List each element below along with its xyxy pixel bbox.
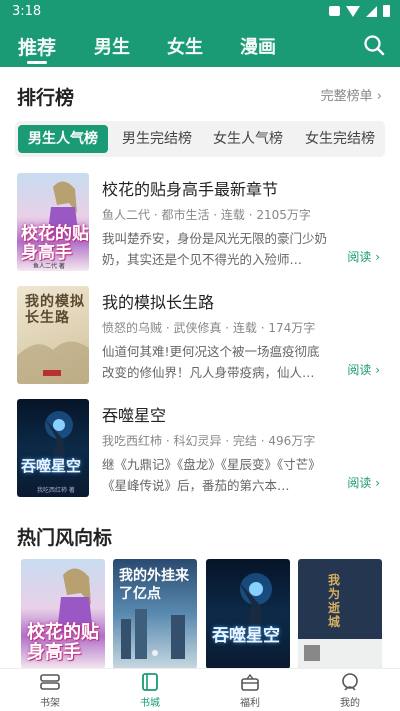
book-item[interactable]: 校花的贴身高手 鱼人二代 著 校花的贴身高手最新章节 鱼人二代 · 都市生活 ·…	[0, 173, 400, 273]
bookstore-icon	[142, 673, 158, 691]
hot-book-cover[interactable]: 吞噬星空	[206, 559, 290, 668]
book-description: 我叫楚乔安，身份是风光无限的豪门少奶奶，其实还是个见不得光的入殓师…	[102, 231, 328, 267]
cover-author: 鱼人二代 著	[33, 263, 65, 270]
bag-icon	[329, 6, 340, 16]
bottom-tab-bookshelf[interactable]: 书架	[20, 673, 80, 709]
status-bar: 3:18	[0, 0, 400, 24]
rank-tab-male-popular[interactable]: 男生人气榜	[18, 125, 108, 153]
bottom-tab-label: 书架	[40, 698, 60, 709]
cover-title: 我的外挂来了亿点	[119, 568, 189, 602]
main-content: 排行榜 完整榜单 › 男生人气榜 男生完结榜 女生人气榜 女生完结榜 校花的贴身…	[0, 67, 400, 668]
rank-tab-male-finished[interactable]: 男生完结榜	[112, 125, 202, 153]
cover-title: 我为逝城	[328, 573, 341, 629]
active-tab-indicator	[27, 61, 47, 64]
status-time: 3:18	[12, 4, 42, 19]
book-meta: 我吃西红柿 · 科幻灵异 · 完结 · 496万字	[102, 434, 316, 448]
rank-tab-female-finished[interactable]: 女生完结榜	[295, 125, 385, 153]
book-title[interactable]: 校花的贴身高手最新章节	[102, 176, 278, 200]
cover-title: 吞噬星空	[21, 457, 82, 475]
book-meta: 愤怒的乌贼 · 武侠修真 · 连载 · 174万字	[102, 321, 316, 335]
user-icon	[342, 673, 358, 691]
hot-book-cover[interactable]: 我为逝城	[298, 559, 382, 668]
hot-book-cover[interactable]: 校花的贴身高手	[21, 559, 105, 668]
signal-icon	[366, 5, 377, 17]
book-cover[interactable]: 吞噬星空 我吃西红柿 著	[17, 399, 89, 497]
book-item[interactable]: 吞噬星空 我吃西红柿 著 吞噬星空 我吃西红柿 · 科幻灵异 · 完结 · 49…	[0, 399, 400, 499]
search-icon[interactable]	[362, 33, 386, 57]
full-list-link[interactable]: 完整榜单 ›	[321, 85, 382, 104]
book-description: 继《九鼎记》《盘龙》《星辰变》《寸芒》《星峰传说》后，番茄的第六本…	[102, 457, 321, 493]
tab-recommend[interactable]: 推荐	[18, 33, 56, 60]
tab-male[interactable]: 男生	[94, 33, 130, 59]
gift-icon	[241, 673, 259, 691]
bottom-tab-label: 我的	[340, 698, 360, 709]
read-button[interactable]: 阅读 ›	[347, 474, 380, 491]
status-icons	[329, 5, 390, 17]
cover-title: 吞噬星空	[212, 626, 280, 646]
bookshelf-icon	[40, 674, 60, 690]
cover-title: 我的模拟长生路	[25, 294, 85, 326]
tab-female[interactable]: 女生	[167, 33, 203, 59]
book-meta: 鱼人二代 · 都市生活 · 连载 · 2105万字	[102, 208, 311, 222]
top-nav: 推荐 男生 女生 漫画	[0, 24, 400, 67]
book-description: 仙道何其难!更何况这个被一场瘟疫彻底改变的修仙界！凡人身带疫病，仙人…	[102, 344, 320, 380]
cover-title: 校花的贴身高手	[21, 224, 89, 263]
bottom-tab-label: 福利	[240, 698, 260, 709]
book-cover[interactable]: 校花的贴身高手 鱼人二代 著	[17, 173, 89, 271]
book-title[interactable]: 吞噬星空	[102, 402, 166, 426]
hot-trend-title: 热门风向标	[17, 527, 113, 549]
bottom-tab-mine[interactable]: 我的	[320, 673, 380, 709]
book-cover[interactable]: 我的模拟长生路	[17, 286, 89, 384]
warrior-illustration	[45, 411, 73, 455]
read-button[interactable]: 阅读 ›	[347, 248, 380, 265]
warrior-illustration	[238, 573, 272, 623]
read-button[interactable]: 阅读 ›	[347, 361, 380, 378]
bottom-nav: 书架 书城 福利 我的	[0, 668, 400, 711]
cover-author: 我吃西红柿 著	[37, 487, 75, 494]
bottom-tab-rewards[interactable]: 福利	[220, 673, 280, 709]
wifi-icon	[346, 5, 360, 17]
ranking-tabs: 男生人气榜 男生完结榜 女生人气榜 女生完结榜	[15, 121, 385, 157]
cover-title: 校花的贴身高手	[27, 622, 99, 663]
bottom-tab-label: 书城	[140, 698, 160, 709]
tab-comics[interactable]: 漫画	[240, 33, 276, 59]
rank-tab-female-popular[interactable]: 女生人气榜	[203, 125, 293, 153]
hot-trend-row: 校花的贴身高手 我的外挂来了亿点 吞噬星空 我为逝城	[0, 559, 400, 668]
hot-book-cover[interactable]: 我的外挂来了亿点	[113, 559, 197, 668]
book-item[interactable]: 我的模拟长生路 我的模拟长生路 愤怒的乌贼 · 武侠修真 · 连载 · 174万…	[0, 286, 400, 386]
battery-icon	[383, 5, 390, 17]
book-title[interactable]: 我的模拟长生路	[102, 289, 214, 313]
ranking-title: 排行榜	[17, 87, 75, 109]
bottom-tab-bookstore[interactable]: 书城	[120, 673, 180, 709]
